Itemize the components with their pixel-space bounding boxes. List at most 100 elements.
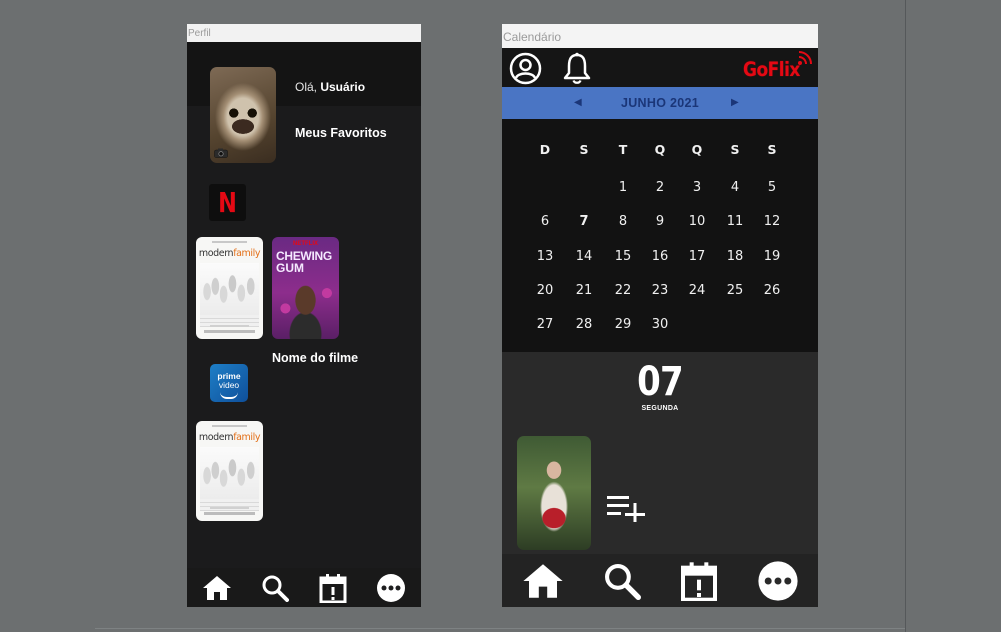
calendar-day[interactable]: 28 bbox=[569, 317, 599, 332]
favorites-title: Meus Favoritos bbox=[295, 126, 387, 140]
calendar-day[interactable]: 25 bbox=[720, 283, 750, 298]
nav-calendar-button[interactable] bbox=[319, 573, 347, 603]
poster-modern-family-2[interactable]: modernfamily bbox=[196, 421, 263, 521]
perfil-frame: Perfil Olá, Usuário Meus Favoritos N mod… bbox=[187, 24, 421, 607]
calendar-day[interactable]: 27 bbox=[530, 317, 560, 332]
poster-billing-line bbox=[204, 512, 255, 515]
camera-icon[interactable] bbox=[214, 148, 228, 158]
weekday-header: Q bbox=[654, 142, 666, 157]
home-icon bbox=[522, 563, 563, 598]
nav-home-button[interactable] bbox=[202, 575, 232, 601]
nav-search-button[interactable] bbox=[261, 574, 290, 602]
bell-icon[interactable] bbox=[562, 52, 592, 85]
selected-date: 07 bbox=[637, 359, 683, 405]
calendar-icon bbox=[680, 561, 717, 601]
weekday-header: S bbox=[730, 142, 740, 157]
prime-video-logo[interactable]: prime video bbox=[210, 364, 248, 402]
poster-title-line2: GUM bbox=[276, 261, 304, 275]
calendar-day[interactable]: 29 bbox=[608, 317, 638, 332]
calendar-day[interactable]: 10 bbox=[682, 214, 712, 229]
calendar-day[interactable]: 6 bbox=[530, 214, 560, 229]
calendar-day[interactable]: 22 bbox=[608, 283, 638, 298]
poster-title-b: family bbox=[233, 248, 261, 259]
canvas-divider-horizontal bbox=[95, 628, 905, 629]
poster-title-a: modern bbox=[198, 248, 234, 259]
movie-name: Nome do filme bbox=[272, 351, 359, 365]
weekday-header: D bbox=[539, 142, 551, 157]
calendar-day[interactable]: 3 bbox=[682, 180, 712, 195]
weekday-header: Q bbox=[691, 142, 703, 157]
poster-modern-family[interactable]: modernfamily bbox=[196, 237, 263, 339]
nav-more-button[interactable] bbox=[757, 560, 799, 602]
prev-month-arrow-icon[interactable]: ◀ bbox=[574, 87, 582, 119]
calendar-day[interactable]: 5 bbox=[757, 180, 787, 195]
next-month-arrow-icon[interactable]: ▶ bbox=[731, 87, 739, 119]
poster-stairs-image bbox=[200, 499, 259, 511]
calendar-day[interactable]: 2 bbox=[645, 180, 675, 195]
movie-poster[interactable] bbox=[517, 436, 591, 550]
nav-search-button[interactable] bbox=[603, 562, 641, 600]
user-profile-icon[interactable] bbox=[509, 52, 542, 85]
calendario-bottom-nav bbox=[502, 554, 818, 607]
prime-smile-icon bbox=[220, 392, 238, 399]
selected-weekday: SEGUNDA bbox=[641, 405, 679, 412]
weekday-header: S bbox=[579, 142, 589, 157]
calendar-day[interactable]: 9 bbox=[645, 214, 675, 229]
home-icon bbox=[202, 575, 231, 600]
add-to-list-icon[interactable] bbox=[607, 494, 647, 522]
poster-billing-line bbox=[204, 330, 255, 333]
weekday-header: S bbox=[767, 142, 777, 157]
poster-billing-line bbox=[210, 325, 249, 327]
canvas-divider-vertical bbox=[905, 0, 906, 632]
more-icon bbox=[377, 573, 406, 602]
perfil-bottom-nav bbox=[187, 568, 421, 607]
calendar-day[interactable]: 1 bbox=[608, 180, 638, 195]
nav-more-button[interactable] bbox=[376, 573, 406, 603]
calendario-window-title: Calendário bbox=[502, 24, 818, 48]
user-name: Usuário bbox=[320, 80, 366, 94]
greeting: Olá, Usuário bbox=[295, 80, 365, 94]
search-icon bbox=[262, 575, 290, 602]
goflix-logo: GoFlix bbox=[743, 58, 800, 82]
calendar-day[interactable]: 17 bbox=[682, 249, 712, 264]
poster-title-b: family bbox=[233, 432, 261, 443]
poster-title-a: modern bbox=[198, 432, 234, 443]
calendar-icon bbox=[319, 573, 347, 603]
poster-credit-line bbox=[212, 241, 247, 243]
calendar-day[interactable]: 13 bbox=[530, 249, 560, 264]
calendar-day[interactable]: 24 bbox=[682, 283, 712, 298]
calendar-day[interactable]: 15 bbox=[608, 249, 638, 264]
more-icon bbox=[757, 560, 798, 601]
perfil-window-title: Perfil bbox=[187, 24, 421, 42]
calendar-day[interactable]: 11 bbox=[720, 214, 750, 229]
calendar-day[interactable]: 8 bbox=[608, 214, 638, 229]
poster-chewing-gum[interactable]: NETFLIX CHEWING GUM bbox=[272, 237, 339, 339]
calendario-frame: Calendário GoFlix ◀ JUNHO 2021 ▶ D S T Q Q S S… bbox=[502, 24, 818, 607]
calendar-day[interactable]: 26 bbox=[757, 283, 787, 298]
calendar-day[interactable]: 12 bbox=[757, 214, 787, 229]
calendar-day[interactable]: 14 bbox=[569, 249, 599, 264]
poster-billing-line bbox=[210, 507, 249, 509]
calendar-day[interactable]: 21 bbox=[569, 283, 599, 298]
poster-cast-image bbox=[200, 447, 259, 499]
prime-logo-line2: video bbox=[218, 380, 240, 390]
greeting-prefix: Olá, bbox=[295, 80, 321, 94]
weekday-header: T bbox=[618, 142, 628, 157]
nav-calendar-button[interactable] bbox=[680, 561, 718, 601]
calendar-day[interactable]: 30 bbox=[645, 317, 675, 332]
poster-cast-image bbox=[200, 263, 259, 315]
calendar-day[interactable]: 23 bbox=[645, 283, 675, 298]
netflix-logo[interactable]: N bbox=[209, 184, 246, 221]
poster-credit-line bbox=[212, 425, 247, 427]
calendar-day-selected[interactable]: 7 bbox=[569, 214, 599, 229]
netflix-logo-letter: N bbox=[218, 186, 237, 219]
nav-home-button[interactable] bbox=[522, 562, 564, 600]
calendar-day[interactable]: 20 bbox=[530, 283, 560, 298]
calendar-day[interactable]: 4 bbox=[720, 180, 750, 195]
calendar-day[interactable]: 16 bbox=[645, 249, 675, 264]
month-selector: ◀ JUNHO 2021 ▶ bbox=[502, 87, 818, 119]
calendar-day[interactable]: 19 bbox=[757, 249, 787, 264]
calendar-grid: D S T Q Q S S 1 2 3 4 5 6 7 8 9 10 11 12 13 14 15 16 17 18 19 20 21… bbox=[502, 119, 818, 352]
calendar-day[interactable]: 18 bbox=[720, 249, 750, 264]
search-icon bbox=[604, 563, 641, 600]
